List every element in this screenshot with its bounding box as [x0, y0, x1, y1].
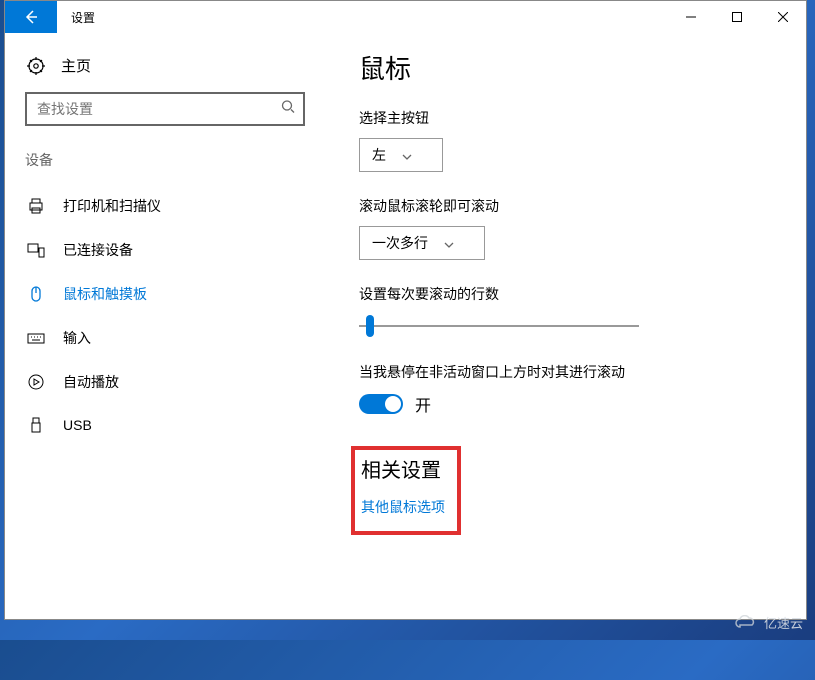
primary-button-select[interactable]: 左 [359, 138, 443, 172]
titlebar: 设置 [5, 1, 806, 33]
sidebar-item-label: 打印机和扫描仪 [63, 196, 161, 216]
scroll-mode-value: 一次多行 [372, 233, 428, 253]
minimize-icon [686, 12, 696, 22]
close-button[interactable] [760, 1, 806, 33]
sidebar-item-label: 已连接设备 [63, 240, 133, 260]
lines-label: 设置每次要滚动的行数 [359, 284, 782, 304]
sidebar-item-usb[interactable]: USB [5, 404, 325, 446]
connected-devices-icon [27, 241, 45, 259]
sidebar-item-mouse[interactable]: 鼠标和触摸板 [5, 272, 325, 316]
primary-button-label: 选择主按钮 [359, 108, 782, 128]
toggle-on-label: 开 [415, 392, 431, 416]
chevron-down-icon [444, 235, 454, 251]
content-panel: 鼠标 选择主按钮 左 滚动鼠标滚轮即可滚动 一次多行 设置每次要滚动的行数 [325, 33, 806, 619]
gear-icon [27, 57, 45, 75]
settings-window: 设置 主页 [4, 0, 807, 620]
search-icon [281, 100, 295, 119]
highlight-box: 相关设置 其他鼠标选项 [351, 446, 461, 535]
lines-slider[interactable] [359, 314, 639, 338]
minimize-button[interactable] [668, 1, 714, 33]
sidebar: 主页 设备 打印机和扫描仪 [5, 33, 325, 619]
inactive-scroll-label: 当我悬停在非活动窗口上方时对其进行滚动 [359, 362, 782, 382]
sidebar-item-home[interactable]: 主页 [5, 47, 325, 92]
inactive-scroll-toggle[interactable] [359, 394, 403, 414]
sidebar-item-label: 输入 [63, 328, 91, 348]
scroll-mode-label: 滚动鼠标滚轮即可滚动 [359, 196, 782, 216]
sidebar-item-label: 鼠标和触摸板 [63, 284, 147, 304]
watermark-text: 亿速云 [764, 613, 803, 632]
close-icon [778, 12, 788, 22]
primary-button-value: 左 [372, 145, 386, 165]
window-title: 设置 [57, 1, 109, 33]
search-input[interactable] [25, 92, 305, 126]
autoplay-icon [27, 373, 45, 391]
back-button[interactable] [5, 1, 57, 33]
toggle-knob [385, 396, 401, 412]
mouse-icon [27, 285, 45, 303]
slider-track [359, 325, 639, 327]
scroll-mode-select[interactable]: 一次多行 [359, 226, 485, 260]
keyboard-icon [27, 329, 45, 347]
home-label: 主页 [61, 55, 91, 76]
sidebar-item-connected[interactable]: 已连接设备 [5, 228, 325, 272]
usb-icon [27, 416, 45, 434]
related-settings-title: 相关设置 [361, 454, 445, 483]
page-title: 鼠标 [359, 49, 782, 86]
cloud-icon [734, 615, 758, 631]
sidebar-item-autoplay[interactable]: 自动播放 [5, 360, 325, 404]
sidebar-item-typing[interactable]: 输入 [5, 316, 325, 360]
other-mouse-options-link[interactable]: 其他鼠标选项 [361, 497, 445, 517]
sidebar-item-printers[interactable]: 打印机和扫描仪 [5, 184, 325, 228]
sidebar-item-label: USB [63, 417, 92, 433]
maximize-button[interactable] [714, 1, 760, 33]
maximize-icon [732, 12, 742, 22]
back-arrow-icon [22, 8, 40, 26]
sidebar-item-label: 自动播放 [63, 372, 119, 392]
sidebar-section-label: 设备 [5, 144, 325, 184]
chevron-down-icon [402, 147, 412, 163]
printer-icon [27, 197, 45, 215]
watermark: 亿速云 [734, 613, 803, 632]
slider-thumb[interactable] [366, 315, 374, 337]
